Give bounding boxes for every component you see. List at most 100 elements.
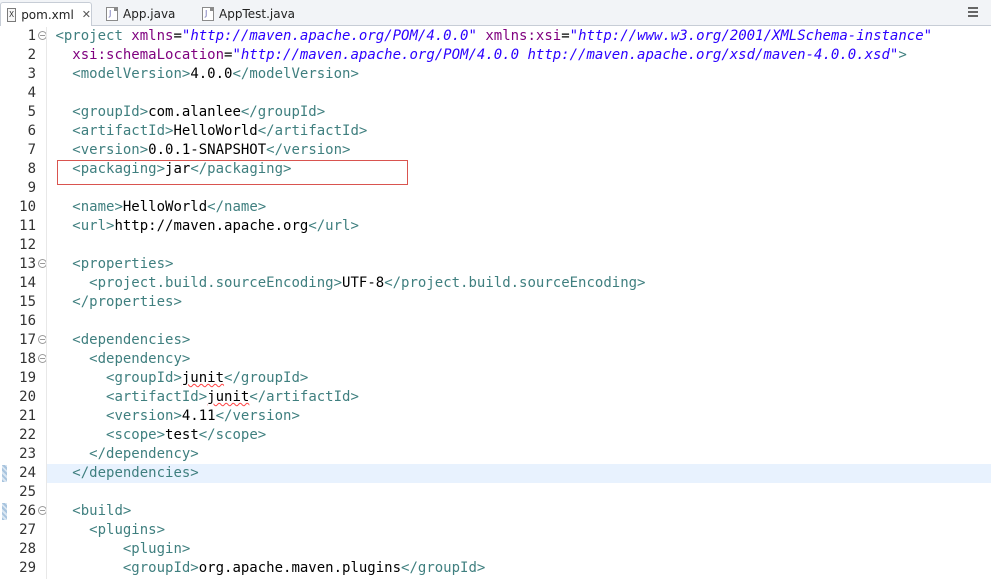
token-tag: <dependency>: [89, 351, 191, 367]
line-number: 20: [19, 389, 36, 405]
line-number: 23: [19, 446, 36, 462]
token-tag: <groupId>: [106, 370, 182, 386]
line-number: 11: [19, 218, 36, 234]
tab-pom-xml[interactable]: X pom.xml ✕: [0, 2, 92, 26]
java-file-icon: [106, 6, 118, 21]
code-line[interactable]: <groupId>org.apache.maven.plugins</group…: [47, 559, 991, 578]
code-line[interactable]: <project xmlns="http://maven.apache.org/…: [47, 27, 991, 46]
token-tag: </scope>: [198, 427, 267, 443]
token-tag: </name>: [207, 199, 267, 215]
code-line[interactable]: <groupId>junit</groupId>: [47, 369, 991, 388]
tab-apptest-java[interactable]: AppTest.java: [196, 2, 296, 25]
line-number: 1: [27, 28, 36, 44]
line-number: 6: [27, 123, 36, 139]
code-line[interactable]: <dependency>: [47, 350, 991, 369]
code-area[interactable]: <groupId>org.apache.maven.plugins</group…: [46, 27, 991, 579]
code-line[interactable]: <version>4.11</version>: [47, 407, 991, 426]
code-line[interactable]: [47, 236, 991, 255]
line-number: 27: [19, 522, 36, 538]
line-number: 19: [19, 370, 36, 386]
token-tag: >: [898, 47, 907, 63]
token-tag: </groupId>: [401, 560, 486, 576]
token-tag: <properties>: [72, 256, 174, 272]
close-icon[interactable]: ✕: [82, 8, 91, 21]
code-line[interactable]: <dependencies>: [47, 331, 991, 350]
tab-app-java[interactable]: App.java: [100, 2, 180, 25]
line-number: 29: [19, 560, 36, 576]
token-attr: xsi:schemaLocation: [72, 47, 225, 63]
line-number: 22: [19, 427, 36, 443]
code-line[interactable]: [47, 84, 991, 103]
line-number: 9: [27, 180, 36, 196]
line-number: 13: [19, 256, 36, 272]
token-tag: </artifactId>: [249, 389, 359, 405]
line-number: 21: [19, 408, 36, 424]
code-line[interactable]: <properties>: [47, 255, 991, 274]
code-line[interactable]: <modelVersion>4.0.0</modelVersion>: [47, 65, 991, 84]
token-txt: =: [173, 28, 182, 44]
code-line[interactable]: <groupId>com.alanlee</groupId>: [47, 103, 991, 122]
line-number: 14: [19, 275, 36, 291]
line-number: 2: [27, 47, 36, 63]
token-err: junit: [181, 370, 225, 386]
token-txt: 4.0.0: [190, 66, 233, 82]
token-txt: UTF-8: [342, 275, 385, 291]
line-number: 10: [19, 199, 36, 215]
token-tag: <version>: [106, 408, 182, 424]
line-number: 24: [19, 465, 36, 481]
code-line[interactable]: xsi:schemaLocation="http://maven.apache.…: [47, 46, 991, 65]
view-menu-icon[interactable]: [965, 4, 981, 20]
code-line[interactable]: </dependency>: [47, 445, 991, 464]
token-txt: 0.0.1-SNAPSHOT: [148, 142, 267, 158]
code-line[interactable]: <project.build.sourceEncoding>UTF-8</pro…: [47, 274, 991, 293]
code-line[interactable]: <artifactId>junit</artifactId>: [47, 388, 991, 407]
token-txt: org.apache.maven.plugins: [198, 560, 402, 576]
code-line[interactable]: [47, 312, 991, 331]
code-line[interactable]: <build>: [47, 502, 991, 521]
line-number: 25: [19, 484, 36, 500]
change-marker: [2, 465, 7, 482]
code-line[interactable]: <plugins>: [47, 521, 991, 540]
token-tag: </project.build.sourceEncoding>: [384, 275, 646, 291]
token-tag: <artifactId>: [72, 123, 174, 139]
code-line[interactable]: <url>http://maven.apache.org</url>: [47, 217, 991, 236]
code-line[interactable]: </dependencies>: [47, 464, 991, 483]
xml-editor[interactable]: 1−2 3 4 5 6 7 8 9 10 11 12 13−14 15 16 17−18−19 20 21 22 2…: [0, 27, 991, 579]
code-line[interactable]: <plugin>: [47, 540, 991, 559]
line-number: 18: [19, 351, 36, 367]
code-line[interactable]: <scope>test</scope>: [47, 426, 991, 445]
java-file-icon: [202, 6, 214, 21]
code-line[interactable]: <name>HelloWorld</name>: [47, 198, 991, 217]
line-number: 15: [19, 294, 36, 310]
tab-label: pom.xml: [21, 7, 74, 22]
code-line[interactable]: [47, 483, 991, 502]
token-tag: </version>: [266, 142, 351, 158]
xml-file-icon: X: [7, 7, 17, 22]
code-line[interactable]: <version>0.0.1-SNAPSHOT</version>: [47, 141, 991, 160]
token-tag: </dependencies>: [72, 465, 199, 481]
code-line[interactable]: </properties>: [47, 293, 991, 312]
token-tag: </groupId>: [240, 104, 326, 120]
line-number: 7: [27, 142, 36, 158]
line-number: 5: [27, 104, 36, 120]
token-val: "http://maven.apache.org/POM/4.0.0 http:…: [232, 47, 899, 63]
token-tag: </url>: [308, 218, 359, 234]
line-number: 4: [27, 85, 36, 101]
token-txt: HelloWorld: [122, 199, 208, 215]
code-line[interactable]: <artifactId>HelloWorld</artifactId>: [47, 122, 991, 141]
